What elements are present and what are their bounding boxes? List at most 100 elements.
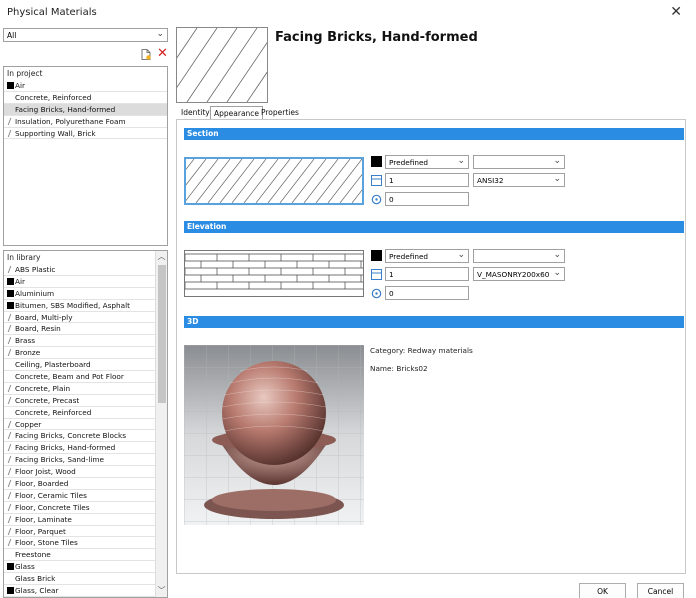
list-item[interactable]: Facing Bricks, Hand-formed bbox=[4, 442, 156, 455]
rotate-icon bbox=[371, 288, 382, 299]
name-value: Bricks02 bbox=[396, 364, 428, 373]
list-item-label: Supporting Wall, Brick bbox=[15, 128, 96, 138]
section-pattern-select[interactable]: ANSI32 ⌄ bbox=[473, 173, 565, 187]
scroll-up-icon[interactable]: ︿ bbox=[156, 251, 167, 263]
elevation-type-select[interactable]: Predefined ⌄ bbox=[385, 249, 469, 263]
list-item[interactable]: Facing Bricks, Hand-formed bbox=[4, 103, 167, 116]
tab-properties[interactable]: Properties bbox=[258, 106, 302, 120]
chevron-down-icon: ⌄ bbox=[457, 250, 465, 260]
list-item[interactable]: Supporting Wall, Brick bbox=[4, 128, 167, 140]
section-color-select[interactable]: ⌄ bbox=[473, 155, 565, 169]
list-item[interactable]: Glass Brick bbox=[4, 573, 156, 586]
section-scale-value: 1 bbox=[389, 176, 394, 185]
list-item[interactable]: Glass, Clear bbox=[4, 585, 156, 597]
list-item-label: Freestone bbox=[15, 550, 51, 560]
list-item[interactable]: Insulation, Polyurethane Foam bbox=[4, 116, 167, 128]
list-item[interactable]: Bitumen, SBS Modified, Asphalt bbox=[4, 300, 156, 312]
hatch-preview-icon bbox=[146, 27, 298, 103]
hatch-swatch-icon bbox=[7, 420, 14, 428]
list-item-label: Floor, Parquet bbox=[15, 526, 66, 536]
list-item[interactable]: Concrete, Plain bbox=[4, 383, 156, 395]
section-color-swatch[interactable] bbox=[371, 156, 382, 167]
list-item[interactable]: Floor Joist, Wood bbox=[4, 466, 156, 479]
list-item-label: Board, Resin bbox=[15, 324, 61, 334]
material-swatch-icon bbox=[7, 587, 14, 595]
chevron-down-icon: ⌄ bbox=[553, 156, 561, 166]
list-item-label: Air bbox=[15, 276, 26, 286]
tab-appearance[interactable]: Appearance bbox=[210, 106, 264, 120]
elevation-header: Elevation bbox=[184, 221, 684, 233]
list-item[interactable]: Glass bbox=[4, 561, 156, 574]
section-angle-input[interactable]: 0 bbox=[385, 192, 469, 206]
list-item-label: Bronze bbox=[15, 348, 41, 358]
elevation-pattern-preview[interactable] bbox=[184, 250, 364, 297]
list-item[interactable]: Floor, Laminate bbox=[4, 514, 156, 526]
library-scrollbar[interactable]: ︿ ﹀ bbox=[155, 251, 167, 597]
list-item[interactable]: Floor, Boarded bbox=[4, 478, 156, 490]
list-item-label: Concrete, Reinforced bbox=[15, 92, 92, 102]
material-swatch-icon bbox=[7, 277, 14, 285]
list-item[interactable]: Air bbox=[4, 80, 167, 92]
scroll-thumb[interactable] bbox=[158, 265, 166, 403]
hatch-swatch-icon bbox=[7, 396, 14, 404]
elevation-pattern-select[interactable]: V_MASONRY200x60 ⌄ bbox=[473, 267, 565, 281]
section-pattern-value: ANSI32 bbox=[477, 176, 504, 185]
list-item[interactable]: Floor, Concrete Tiles bbox=[4, 502, 156, 514]
filter-select[interactable]: All ⌄ bbox=[3, 28, 168, 42]
material-hatch-preview bbox=[146, 27, 298, 103]
hatch-swatch-icon bbox=[7, 117, 14, 125]
list-item-label: Air bbox=[15, 81, 26, 90]
close-icon[interactable]: ✕ bbox=[670, 4, 682, 20]
elevation-type-value: Predefined bbox=[389, 252, 429, 261]
chevron-down-icon: ⌄ bbox=[156, 29, 164, 39]
list-item[interactable]: Copper bbox=[4, 419, 156, 431]
list-item-label: Glass bbox=[15, 562, 35, 572]
list-item[interactable]: Concrete, Reinforced bbox=[4, 407, 156, 419]
section-scale-input[interactable]: 1 bbox=[385, 173, 469, 187]
material-sphere-icon bbox=[184, 345, 364, 525]
scale-icon bbox=[371, 175, 382, 186]
elevation-color-select[interactable]: ⌄ bbox=[473, 249, 565, 263]
list-item[interactable]: ABS Plastic bbox=[4, 264, 156, 276]
list-item[interactable]: Aluminium bbox=[4, 288, 156, 300]
material-swatch-icon bbox=[7, 82, 14, 89]
list-item[interactable]: Facing Bricks, Concrete Blocks bbox=[4, 430, 156, 443]
tab-identity[interactable]: Identity bbox=[178, 106, 213, 120]
list-item[interactable]: Floor, Ceramic Tiles bbox=[4, 490, 156, 502]
list-item[interactable]: Floor, Parquet bbox=[4, 526, 156, 538]
hatch-swatch-icon bbox=[7, 539, 14, 547]
section-pattern-preview[interactable] bbox=[184, 157, 364, 205]
list-item[interactable]: Brass bbox=[4, 335, 156, 348]
list-item[interactable]: Board, Resin bbox=[4, 323, 156, 336]
hatch-swatch-icon bbox=[7, 266, 14, 273]
list-item[interactable]: Concrete, Beam and Pot Floor bbox=[4, 371, 156, 383]
list-item-label: Copper bbox=[15, 419, 42, 429]
cancel-button[interactable]: Cancel bbox=[637, 583, 684, 598]
elevation-color-swatch[interactable] bbox=[371, 250, 382, 261]
section-type-select[interactable]: Predefined ⌄ bbox=[385, 155, 469, 169]
ok-button[interactable]: OK bbox=[579, 583, 626, 598]
scroll-down-icon[interactable]: ﹀ bbox=[156, 585, 167, 597]
elevation-scale-input[interactable]: 1 bbox=[385, 267, 469, 281]
list-item-label: Insulation, Polyurethane Foam bbox=[15, 116, 126, 126]
list-item-label: Concrete, Beam and Pot Floor bbox=[15, 372, 124, 382]
list-item[interactable]: Bronze bbox=[4, 347, 156, 360]
list-item[interactable]: Concrete, Reinforced bbox=[4, 92, 167, 104]
chevron-down-icon: ⌄ bbox=[553, 250, 561, 260]
list-item[interactable]: Air bbox=[4, 276, 156, 288]
list-item-label: Concrete, Precast bbox=[15, 395, 80, 405]
chevron-down-icon: ⌄ bbox=[553, 174, 561, 184]
list-item-label: Facing Bricks, Concrete Blocks bbox=[15, 431, 127, 441]
list-item[interactable]: Facing Bricks, Sand-lime bbox=[4, 454, 156, 467]
masonry-pattern-icon bbox=[185, 253, 363, 290]
material-3d-preview[interactable] bbox=[184, 345, 364, 525]
list-item-label: Facing Bricks, Hand-formed bbox=[15, 443, 116, 453]
list-item[interactable]: Floor, Stone Tiles bbox=[4, 537, 156, 550]
list-item[interactable]: Board, Multi-ply bbox=[4, 312, 156, 324]
elevation-angle-input[interactable]: 0 bbox=[385, 286, 469, 300]
list-item[interactable]: Freestone bbox=[4, 549, 156, 562]
list-item[interactable]: Ceiling, Plasterboard bbox=[4, 359, 156, 372]
delete-icon[interactable]: ✕ bbox=[157, 46, 168, 61]
list-item[interactable]: Concrete, Precast bbox=[4, 395, 156, 407]
new-material-icon[interactable] bbox=[141, 49, 151, 60]
